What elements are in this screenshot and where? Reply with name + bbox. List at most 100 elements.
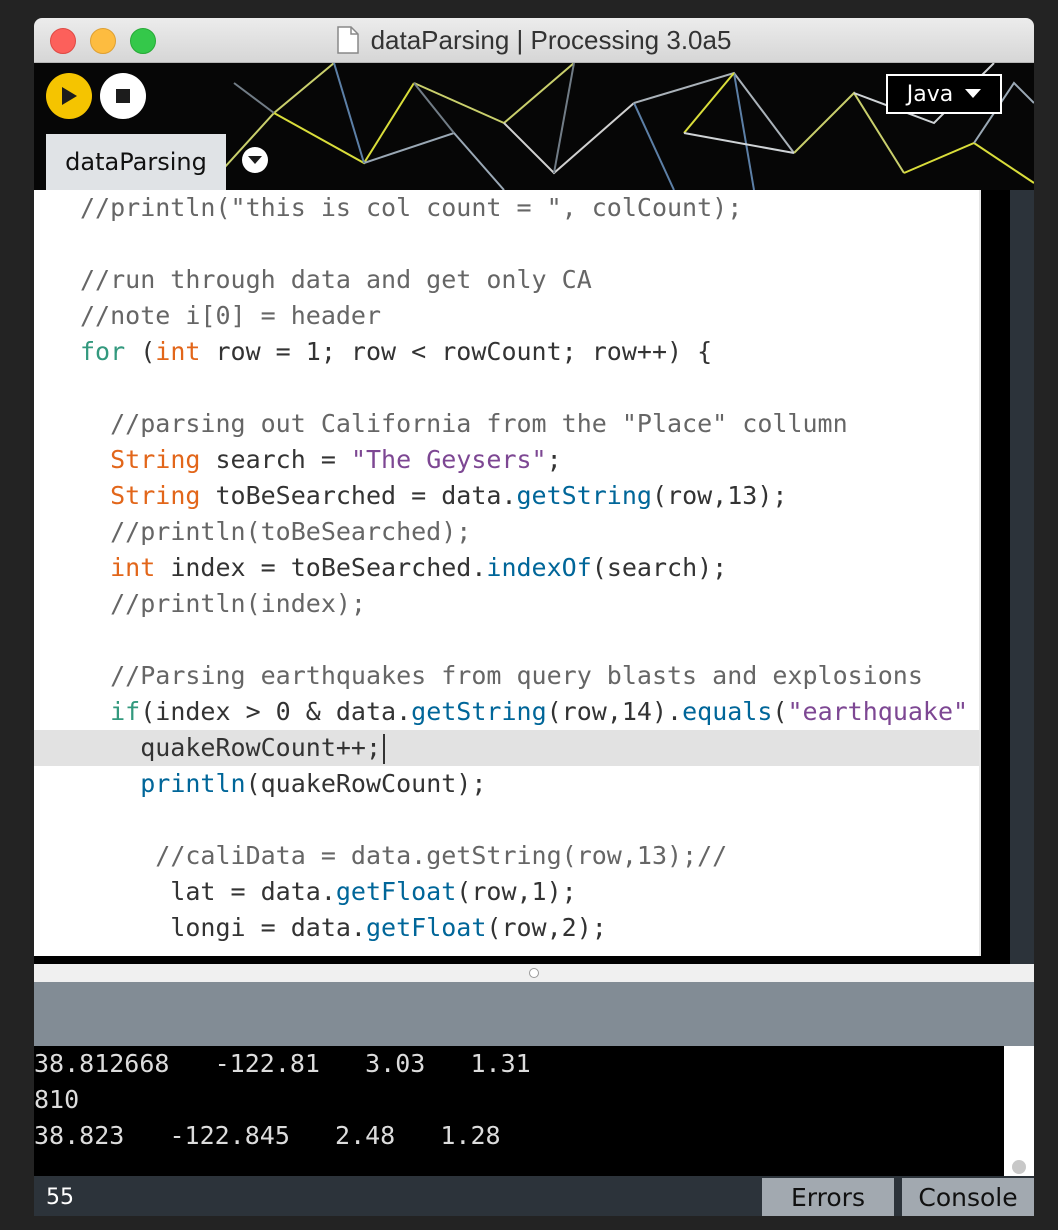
code-token: //caliData = data.getString(row,13);// [155,841,728,870]
code-token: toBeSearched = data. [200,481,517,510]
code-text[interactable]: //println("this is col count = ", colCou… [80,190,968,946]
code-line[interactable]: //parsing out California from the "Place… [80,406,968,442]
code-line[interactable]: //run through data and get only CA [80,262,968,298]
error-gutter [1010,190,1034,965]
console-line: 38.823 -122.845 2.48 1.28 [34,1121,501,1150]
code-token: longi = data. [80,913,366,942]
errors-tab[interactable]: Errors [762,1178,894,1216]
code-token: row = 1; row < rowCount; row++) { [200,337,713,366]
editor-header: Java dataParsing [34,63,1034,190]
code-line[interactable]: //println(toBeSearched); [80,514,968,550]
code-token: ( [772,697,788,726]
console-line: 38.812668 -122.81 3.03 1.31 [34,1049,531,1078]
code-token: (row,1); [456,877,577,906]
code-token: getString [411,697,547,726]
code-line[interactable] [80,226,968,262]
code-line[interactable] [80,370,968,406]
code-token: (index > 0 & data. [140,697,412,726]
mode-selector[interactable]: Java [886,74,1002,114]
errors-tab-label: Errors [791,1182,865,1212]
code-token: index = toBeSearched. [155,553,487,582]
code-token: //println(toBeSearched); [110,517,472,546]
console-scroll-track[interactable] [1004,1046,1034,1176]
code-line[interactable]: //println("this is col count = ", colCou… [80,190,968,226]
text-cursor [383,734,386,764]
code-token: getFloat [335,877,457,906]
code-token: //Parsing earthquakes from query blasts … [110,661,923,690]
code-line[interactable] [80,802,968,838]
code-line[interactable] [80,622,968,658]
tab-menu-button[interactable] [242,147,268,173]
code-token: equals [682,697,773,726]
code-line[interactable]: int index = toBeSearched.indexOf(search)… [80,550,968,586]
code-line[interactable]: if(index > 0 & data.getString(row,14).eq… [80,694,968,730]
chevron-down-icon [248,155,262,164]
code-line[interactable]: lat = data.getFloat(row,1); [80,874,968,910]
console-tab[interactable]: Console [902,1178,1034,1216]
code-token: getString [516,481,652,510]
document-icon [336,26,359,54]
code-token: (quakeRowCount); [245,769,487,798]
code-line[interactable]: println(quakeRowCount); [80,766,968,802]
play-icon [62,87,77,105]
code-token: (row,13); [651,481,788,510]
split-handle-icon[interactable] [529,968,539,978]
code-token: search = [200,445,351,474]
console-tab-label: Console [918,1182,1018,1212]
stop-icon [116,89,130,103]
code-token: lat = data. [80,877,336,906]
tab-dataparsing[interactable]: dataParsing [46,134,226,190]
code-line[interactable]: //caliData = data.getString(row,13);// [80,838,968,874]
code-token: //println("this is col count = ", colCou… [80,193,743,222]
run-button[interactable] [46,73,92,119]
code-token: ; [546,445,562,474]
title-bar: dataParsing | Processing 3.0a5 [34,18,1034,63]
code-token: "earthquake" [787,697,969,726]
code-token: int [110,553,156,582]
code-line[interactable]: longi = data.getFloat(row,2); [80,910,968,946]
dropdown-triangle-icon [965,89,982,98]
code-token: for [80,337,126,366]
window-title: dataParsing | Processing 3.0a5 [370,24,732,55]
title-area: dataParsing | Processing 3.0a5 [34,18,1034,62]
code-token: (search); [591,553,728,582]
console-output[interactable]: 38.812668 -122.81 3.03 1.31 810 38.823 -12… [34,1046,1004,1176]
code-token: "The Geysers" [350,445,547,474]
mode-label: Java [906,81,954,107]
code-token: ( [125,337,156,366]
code-token: //println(index); [110,589,366,618]
code-token: //parsing out California from the "Place… [110,409,848,438]
code-line[interactable]: //Parsing earthquakes from query blasts … [80,658,968,694]
code-line[interactable]: String search = "The Geysers"; [80,442,968,478]
editor-border [979,190,981,956]
footer-bar: 55 Errors Console [34,1176,1034,1216]
code-token: //note i[0] = header [80,301,382,330]
code-line[interactable]: quakeRowCount++; [80,730,968,766]
message-area [34,982,1034,1046]
processing-window: dataParsing | Processing 3.0a5 Java data… [34,18,1034,1216]
code-token: indexOf [486,553,592,582]
code-line[interactable]: //println(index); [80,586,968,622]
code-token: //run through data and get only CA [80,265,592,294]
split-divider[interactable] [34,964,1034,982]
code-editor[interactable]: //println("this is col count = ", colCou… [34,190,981,956]
code-token: getFloat [365,913,487,942]
code-line[interactable]: String toBeSearched = data.getString(row… [80,478,968,514]
code-line[interactable]: //note i[0] = header [80,298,968,334]
code-line[interactable]: for (int row = 1; row < rowCount; row++)… [80,334,968,370]
tab-label: dataParsing [65,148,207,176]
stop-button[interactable] [100,73,146,119]
code-token: int [155,337,201,366]
code-token: quakeRowCount++; [80,733,382,762]
console-scroll-thumb[interactable] [1012,1160,1026,1174]
code-token: if [110,697,141,726]
